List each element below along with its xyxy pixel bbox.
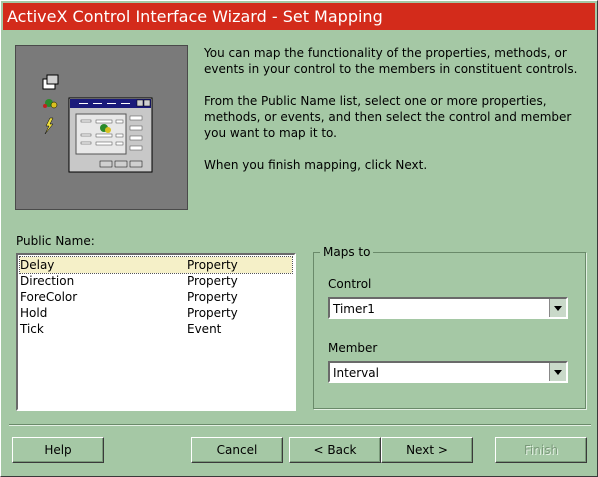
list-item[interactable]: Hold Property <box>20 305 292 321</box>
maps-to-legend: Maps to <box>320 245 374 259</box>
help-button[interactable]: Help <box>12 437 104 463</box>
instructions-paragraph-1: You can map the functionality of the pro… <box>204 46 578 76</box>
public-name: Direction <box>20 274 75 288</box>
dialog-thumbnail <box>68 97 153 173</box>
list-item[interactable]: Direction Property <box>20 273 292 289</box>
list-item[interactable]: Tick Event <box>20 321 292 337</box>
public-name: ForeColor <box>20 290 78 304</box>
chevron-down-icon <box>554 370 562 375</box>
member-type: Property <box>187 306 238 320</box>
list-item[interactable]: Delay Property <box>19 256 293 274</box>
chevron-down-icon <box>554 306 562 311</box>
instructions: You can map the functionality of the pro… <box>204 45 589 189</box>
instructions-paragraph-3: When you finish mapping, click Next. <box>204 158 428 172</box>
methods-icon <box>43 99 58 109</box>
properties-icon <box>42 74 59 90</box>
list-item[interactable]: ForeColor Property <box>20 289 292 305</box>
public-name: Tick <box>20 322 44 336</box>
public-name-label: Public Name: <box>16 234 95 248</box>
public-name-list[interactable]: Delay Property Direction Property ForeCo… <box>16 253 296 411</box>
member-type: Event <box>187 322 222 336</box>
control-value: Timer1 <box>333 302 375 316</box>
instructions-paragraph-2: From the Public Name list, select one or… <box>204 94 572 140</box>
member-type: Property <box>187 274 238 288</box>
control-label: Control <box>328 277 372 291</box>
control-dropdown[interactable]: Timer1 <box>328 297 568 319</box>
back-button[interactable]: < Back <box>289 437 381 463</box>
finish-button[interactable]: Finish <box>495 437 587 463</box>
cancel-button[interactable]: Cancel <box>191 437 283 463</box>
wizard-illustration <box>15 45 188 210</box>
member-label: Member <box>328 341 378 355</box>
events-icon <box>44 117 54 135</box>
title-bar: ActiveX Control Interface Wizard - Set M… <box>3 3 595 30</box>
control-dropdown-button[interactable] <box>549 299 566 317</box>
public-name: Hold <box>20 306 48 320</box>
member-dropdown-button[interactable] <box>549 363 566 381</box>
member-value: Interval <box>333 366 379 380</box>
public-name: Delay <box>20 258 55 272</box>
member-dropdown[interactable]: Interval <box>328 361 568 383</box>
member-type: Property <box>187 290 238 304</box>
member-type: Property <box>187 258 238 272</box>
divider <box>9 424 591 426</box>
maps-to-group <box>313 252 586 409</box>
wizard-window: ActiveX Control Interface Wizard - Set M… <box>0 0 598 477</box>
next-button[interactable]: Next > <box>381 437 473 463</box>
